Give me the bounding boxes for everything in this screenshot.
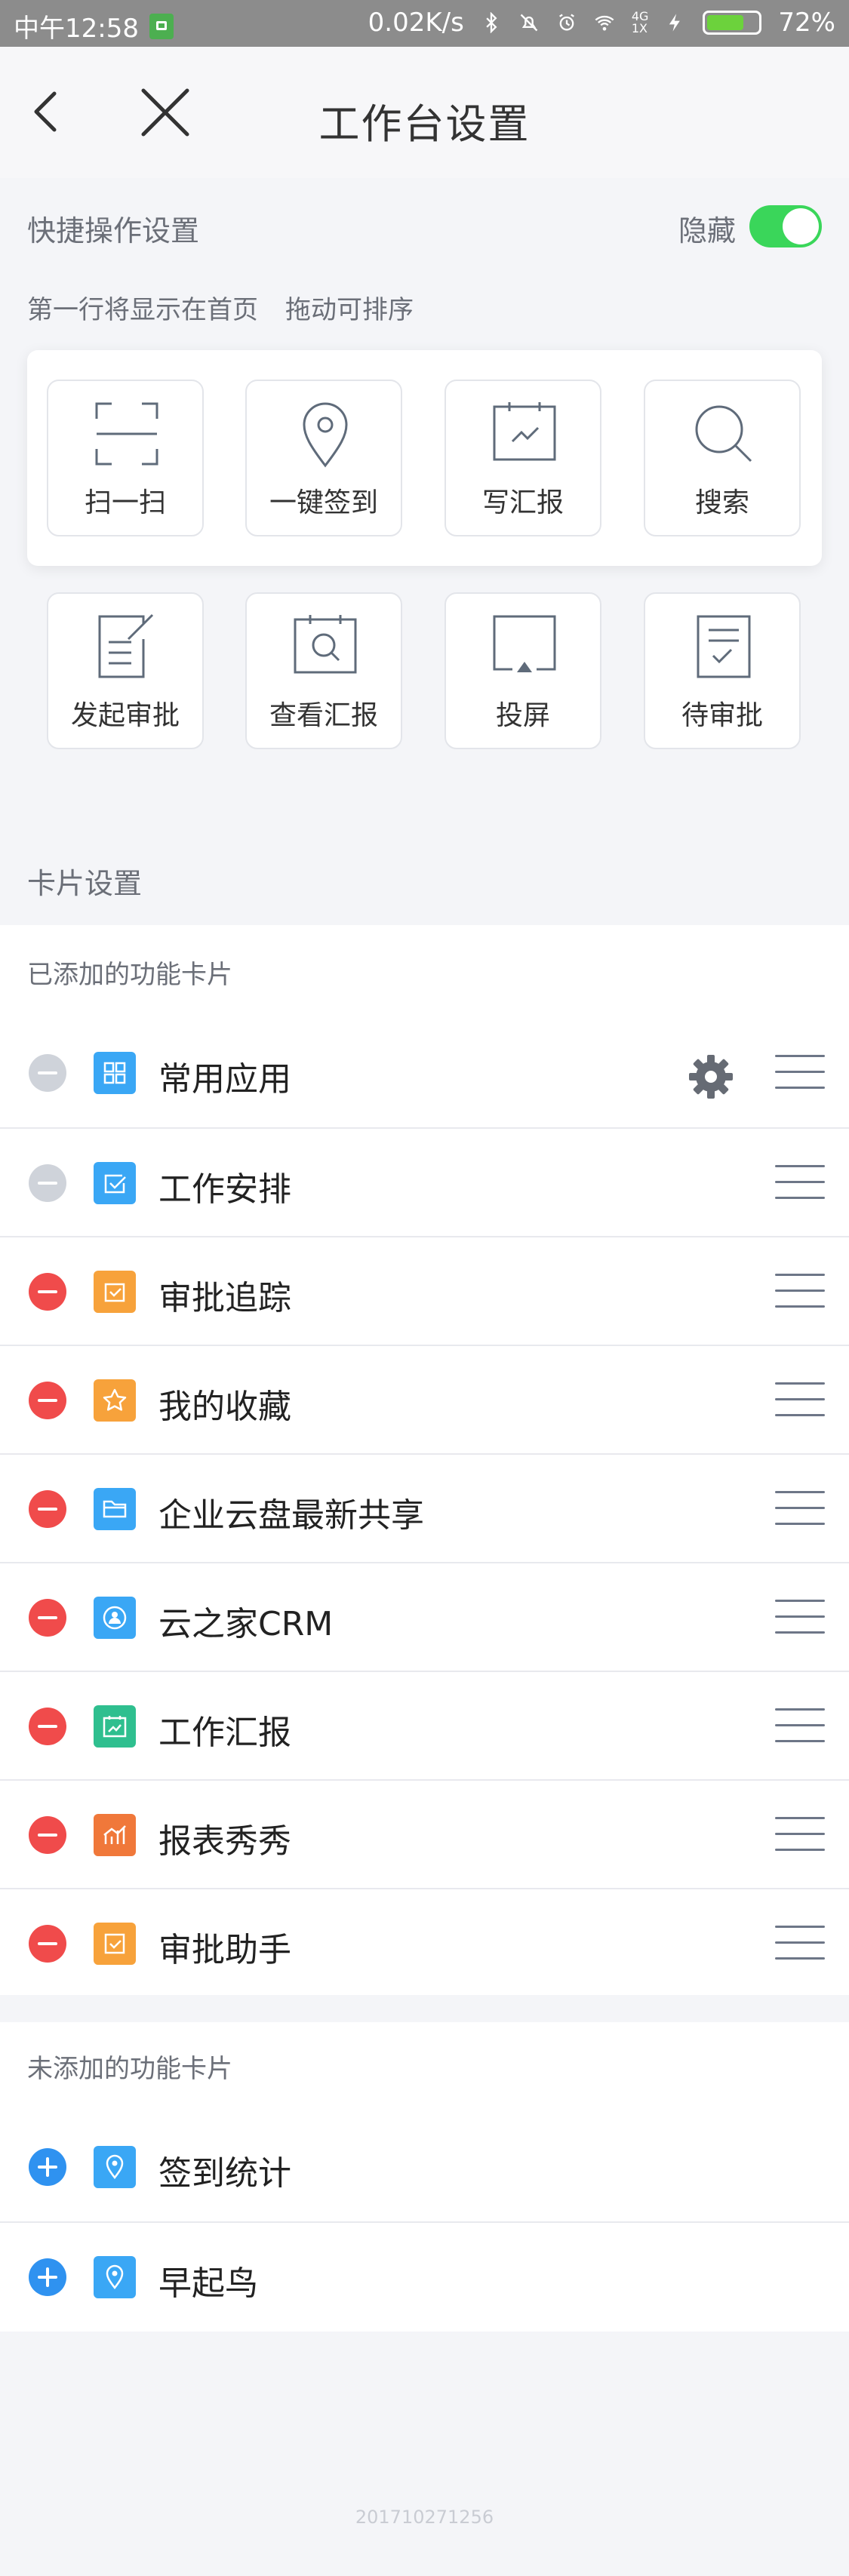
quick-hint: 第一行将显示在首页 拖动可排序	[27, 289, 441, 326]
chart-report-icon	[94, 1814, 136, 1856]
quick-tile-view-report[interactable]: 查看汇报	[245, 592, 402, 749]
drag-handle-icon[interactable]	[775, 1381, 825, 1419]
location-pin-icon	[94, 2256, 136, 2298]
star-icon	[94, 1379, 136, 1422]
drag-handle-icon[interactable]	[775, 1053, 825, 1091]
card-row: 工作安排	[0, 1127, 849, 1236]
card-row: 报表秀秀	[0, 1779, 849, 1888]
card-label: 报表秀秀	[158, 1822, 291, 1861]
drag-handle-icon[interactable]	[775, 1815, 825, 1853]
not-added-cards-title: 未添加的功能卡片	[27, 2054, 232, 2084]
added-cards-panel: 已添加的功能卡片 常用应用 工作安排 审批追踪 我的收藏 企业云盘最新共享 云之…	[0, 925, 849, 1995]
status-time: 中午12:58	[14, 14, 139, 44]
build-code: 201710271256	[355, 2507, 494, 2528]
remove-button[interactable]	[29, 1273, 66, 1311]
page-title: 工作台设置	[318, 100, 531, 148]
added-cards-title: 已添加的功能卡片	[27, 960, 232, 990]
quick-tile-search[interactable]: 搜索	[644, 380, 801, 536]
status-bar: 中午12:58 0.02K/s 4G 1X 72%	[0, 0, 849, 47]
charging-icon	[669, 14, 681, 32]
remove-button[interactable]	[29, 1708, 66, 1745]
scan-icon	[95, 402, 158, 466]
remove-button[interactable]	[29, 1382, 66, 1419]
quick-tile-cast-screen[interactable]: 投屏	[444, 592, 601, 749]
card-label: 工作汇报	[158, 1714, 291, 1752]
drag-handle-icon[interactable]	[775, 1924, 825, 1962]
card-label: 工作安排	[158, 1170, 291, 1209]
drag-handle-icon[interactable]	[775, 1489, 825, 1527]
not-added-cards-panel: 未添加的功能卡片 签到统计 早起鸟	[0, 2022, 849, 2332]
card-label: 审批助手	[158, 1931, 291, 1969]
card-label: 企业云盘最新共享	[158, 1496, 424, 1535]
card-label: 常用应用	[158, 1060, 291, 1099]
drag-handle-icon[interactable]	[775, 1707, 825, 1744]
search-icon	[695, 405, 752, 463]
battery-percent: 72%	[778, 8, 835, 38]
bluetooth-icon	[486, 12, 497, 33]
card-label: 早起鸟	[158, 2264, 258, 2303]
hint-first-row: 第一行将显示在首页	[27, 295, 258, 325]
battery-icon	[703, 11, 762, 35]
card-label: 我的收藏	[158, 1388, 291, 1426]
approval-track-icon	[94, 1271, 136, 1313]
cast-screen-icon	[493, 615, 556, 672]
card-row: 企业云盘最新共享	[0, 1453, 849, 1562]
gear-icon[interactable]	[686, 1052, 736, 1102]
drag-handle-icon[interactable]	[775, 1164, 825, 1201]
task-check-icon	[94, 1162, 136, 1204]
remove-button[interactable]	[29, 1816, 66, 1854]
card-label: 云之家CRM	[158, 1605, 334, 1643]
start-approval-icon	[98, 613, 154, 678]
nav-bar: 工作台设置	[0, 47, 849, 178]
signal-icon: 4G 1X	[631, 9, 649, 35]
pending-approval-icon	[697, 615, 751, 678]
folder-icon	[94, 1488, 136, 1530]
add-button[interactable]	[29, 2258, 66, 2296]
quick-tile-start-approval[interactable]: 发起审批	[47, 592, 204, 749]
remove-button	[29, 1054, 66, 1092]
location-pin-icon	[94, 2146, 136, 2188]
alarm-icon	[558, 14, 574, 31]
quick-tile-scan[interactable]: 扫一扫	[47, 380, 204, 536]
crm-icon	[94, 1597, 136, 1639]
hint-drag: 拖动可排序	[285, 295, 414, 325]
hide-toggle[interactable]	[749, 205, 822, 247]
drag-handle-icon[interactable]	[775, 1272, 825, 1310]
card-row: 早起鸟	[0, 2221, 849, 2330]
hide-label: 隐藏	[678, 214, 736, 247]
remove-button[interactable]	[29, 1599, 66, 1637]
card-row: 审批追踪	[0, 1236, 849, 1345]
mute-icon	[520, 14, 538, 32]
wifi-icon	[595, 15, 614, 31]
add-button[interactable]	[29, 2148, 66, 2186]
card-label: 签到统计	[158, 2154, 291, 2193]
quick-settings-header: 快捷操作设置	[27, 214, 200, 247]
card-settings-title: 卡片设置	[27, 867, 143, 900]
location-pin-icon	[303, 402, 348, 468]
remove-button	[29, 1164, 66, 1202]
card-row: 常用应用	[0, 1019, 849, 1127]
net-speed: 0.02K/s	[368, 8, 464, 38]
card-row: 云之家CRM	[0, 1562, 849, 1671]
work-report-icon	[94, 1705, 136, 1748]
quick-tile-pending-approval[interactable]: 待审批	[644, 592, 801, 749]
approval-assistant-icon	[94, 1923, 136, 1965]
card-row: 签到统计	[0, 2113, 849, 2221]
card-row: 审批助手	[0, 1888, 849, 1997]
write-report-icon	[493, 402, 556, 461]
lock-icon	[149, 13, 174, 39]
remove-button[interactable]	[29, 1490, 66, 1528]
quick-tile-checkin[interactable]: 一键签到	[245, 380, 402, 536]
card-row: 我的收藏	[0, 1345, 849, 1453]
grid-apps-icon	[94, 1052, 136, 1094]
view-report-icon	[294, 615, 357, 674]
remove-button[interactable]	[29, 1925, 66, 1963]
card-label: 审批追踪	[158, 1279, 291, 1317]
card-row: 工作汇报	[0, 1671, 849, 1779]
quick-tile-write-report[interactable]: 写汇报	[444, 380, 601, 536]
drag-handle-icon[interactable]	[775, 1598, 825, 1636]
